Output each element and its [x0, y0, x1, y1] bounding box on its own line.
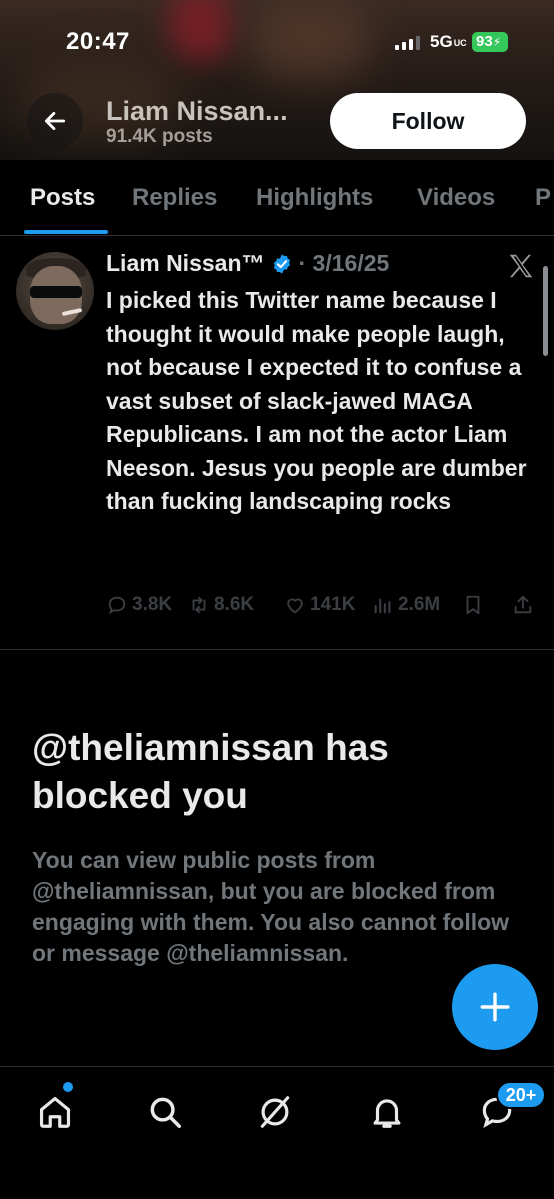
x-logo-icon	[509, 254, 533, 278]
tab-videos[interactable]: Videos	[417, 184, 495, 212]
bell-icon	[373, 1099, 401, 1128]
battery-indicator: 93⚡	[472, 32, 508, 52]
bookmark-icon	[466, 595, 480, 615]
post-actions: 3.8K 8.6K 141K 2.6M	[106, 594, 542, 624]
blocked-title: @theliamnissan has blocked you	[32, 727, 389, 816]
search-icon	[150, 1097, 181, 1128]
post-author[interactable]: Liam Nissan™	[106, 250, 265, 277]
status-time: 20:47	[66, 28, 130, 55]
back-button[interactable]	[27, 93, 83, 149]
avatar[interactable]	[16, 252, 94, 330]
heart-icon	[287, 598, 303, 614]
home-notification-dot	[63, 1082, 73, 1092]
nav-home[interactable]	[32, 1089, 78, 1135]
repost-count: 8.6K	[214, 594, 255, 615]
profile-tabs: Posts Replies Highlights Videos P	[0, 160, 554, 236]
post-header: Liam Nissan™ · 3/16/25	[106, 250, 389, 277]
tab-replies[interactable]: Replies	[132, 184, 217, 212]
tab-posts[interactable]: Posts	[30, 184, 95, 212]
active-tab-indicator	[24, 230, 108, 234]
share-icon	[514, 595, 532, 614]
reply-button[interactable]: 3.8K	[106, 594, 172, 616]
repost-button[interactable]: 8.6K	[188, 594, 254, 616]
post[interactable]: Liam Nissan™ · 3/16/25 I picked this Twi…	[0, 236, 554, 650]
network-sub-label: UC	[453, 37, 467, 48]
home-icon	[39, 1096, 71, 1128]
profile-post-count: 91.4K posts	[106, 126, 213, 147]
repost-icon	[192, 596, 206, 614]
post-text: I picked this Twitter name because I tho…	[106, 287, 527, 514]
messages-badge: 20+	[496, 1081, 546, 1109]
reply-icon	[108, 596, 126, 615]
follow-button[interactable]: Follow	[330, 93, 526, 149]
plus-icon	[480, 992, 510, 1022]
views-chart-icon	[374, 598, 391, 614]
nav-search[interactable]	[142, 1089, 188, 1135]
status-bar: 20:47 5GUC 93⚡	[0, 0, 554, 80]
blocked-description: You can view public posts from @theliamn…	[32, 847, 510, 966]
network-indicator: 5GUC	[430, 32, 467, 51]
bookmark-button[interactable]	[462, 594, 484, 616]
like-count: 141K	[310, 594, 356, 615]
view-count: 2.6M	[398, 594, 441, 615]
battery-level: 93	[476, 33, 493, 50]
like-button[interactable]: 141K	[284, 594, 355, 616]
nav-notifications[interactable]	[364, 1089, 410, 1135]
tab-highlights[interactable]: Highlights	[256, 184, 373, 212]
arrow-left-icon	[44, 112, 66, 130]
reply-count: 3.8K	[132, 594, 173, 615]
grok-icon	[260, 1096, 290, 1128]
bottom-navigation: 20+	[0, 1066, 554, 1199]
tab-partial[interactable]: P	[535, 184, 551, 212]
verified-badge-icon	[273, 253, 290, 274]
post-date[interactable]: · 3/16/25	[299, 250, 390, 277]
scrollbar[interactable]	[543, 266, 548, 356]
charging-bolt-icon: ⚡	[492, 35, 502, 49]
share-button[interactable]	[512, 594, 534, 616]
nav-grok[interactable]	[252, 1089, 298, 1135]
cellular-signal-icon	[395, 36, 420, 50]
compose-post-button[interactable]	[452, 964, 538, 1050]
views-button[interactable]: 2.6M	[372, 594, 440, 616]
profile-name: Liam Nissan...	[106, 96, 288, 126]
